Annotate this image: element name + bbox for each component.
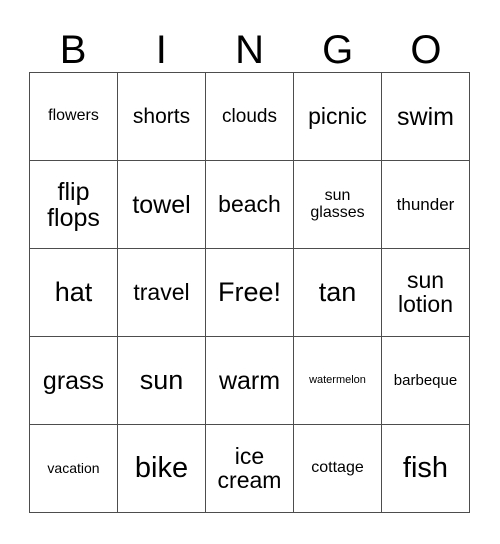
bingo-cell-label: watermelon <box>309 373 366 386</box>
bingo-cell-label: sun glasses <box>310 186 365 221</box>
bingo-cell[interactable]: sun glasses <box>294 161 382 249</box>
bingo-cell[interactable]: barbeque <box>382 337 470 425</box>
bingo-cell[interactable]: sun lotion <box>382 249 470 337</box>
bingo-cell[interactable]: clouds <box>206 73 294 161</box>
bingo-cell-label: sun lotion <box>398 266 453 317</box>
bingo-cell[interactable]: thunder <box>382 161 470 249</box>
bingo-cell[interactable]: beach <box>206 161 294 249</box>
bingo-cell[interactable]: vacation <box>30 425 118 513</box>
bingo-cell[interactable]: cottage <box>294 425 382 513</box>
bingo-cell-label: flowers <box>48 107 99 125</box>
bingo-cell-label: towel <box>132 190 191 219</box>
bingo-cell[interactable]: flowers <box>30 73 118 161</box>
bingo-cell[interactable]: warm <box>206 337 294 425</box>
bingo-cell[interactable]: picnic <box>294 73 382 161</box>
bingo-cell[interactable]: hat <box>30 249 118 337</box>
bingo-cell[interactable]: flip flops <box>30 161 118 249</box>
bingo-cell-label: fish <box>402 452 449 485</box>
bingo-header-letter-o: O <box>410 28 442 72</box>
bingo-cell-label: cottage <box>311 459 364 477</box>
bingo-cell-label: vacation <box>47 460 100 477</box>
bingo-header-letter-g: G <box>322 28 354 72</box>
bingo-cell-label: travel <box>133 278 190 305</box>
bingo-cell[interactable]: towel <box>118 161 206 249</box>
bingo-cell[interactable]: swim <box>382 73 470 161</box>
bingo-header-letter-b: B <box>59 28 87 72</box>
bingo-cell-label: clouds <box>222 105 277 127</box>
bingo-cell-label: tan <box>318 277 357 308</box>
bingo-cell[interactable]: bike <box>118 425 206 513</box>
bingo-cell[interactable]: sun <box>118 337 206 425</box>
bingo-cell-label: warm <box>218 366 281 395</box>
bingo-cell[interactable]: tan <box>294 249 382 337</box>
bingo-header-row: B I N G O <box>29 12 470 72</box>
bingo-cell-label: thunder <box>396 194 455 214</box>
bingo-card: B I N G O flowers shorts clouds picnic swim f… <box>0 0 500 544</box>
bingo-cell-free-space[interactable]: Free! <box>206 249 294 337</box>
bingo-cell-label: beach <box>218 190 281 217</box>
bingo-cell-label: swim <box>397 102 454 131</box>
bingo-grid: flowers shorts clouds picnic swim flip flops t… <box>29 72 470 513</box>
bingo-cell-label: barbeque <box>393 371 458 389</box>
bingo-cell-label: sun <box>139 365 184 396</box>
bingo-cell[interactable]: watermelon <box>294 337 382 425</box>
bingo-cell-label: hat <box>54 277 93 308</box>
bingo-cell-label: grass <box>42 366 105 395</box>
bingo-cell[interactable]: travel <box>118 249 206 337</box>
bingo-cell[interactable]: fish <box>382 425 470 513</box>
bingo-cell-label: Free! <box>217 277 282 308</box>
bingo-cell-label: flip flops <box>47 177 100 232</box>
bingo-cell-label: bike <box>134 452 189 485</box>
bingo-cell[interactable]: grass <box>30 337 118 425</box>
bingo-cell-label: ice cream <box>217 442 282 493</box>
bingo-header-letter-i: I <box>155 28 167 72</box>
bingo-header-letter-n: N <box>235 28 264 72</box>
bingo-cell[interactable]: ice cream <box>206 425 294 513</box>
bingo-cell-label: shorts <box>132 104 191 128</box>
bingo-cell-label: picnic <box>308 102 367 129</box>
bingo-cell[interactable]: shorts <box>118 73 206 161</box>
